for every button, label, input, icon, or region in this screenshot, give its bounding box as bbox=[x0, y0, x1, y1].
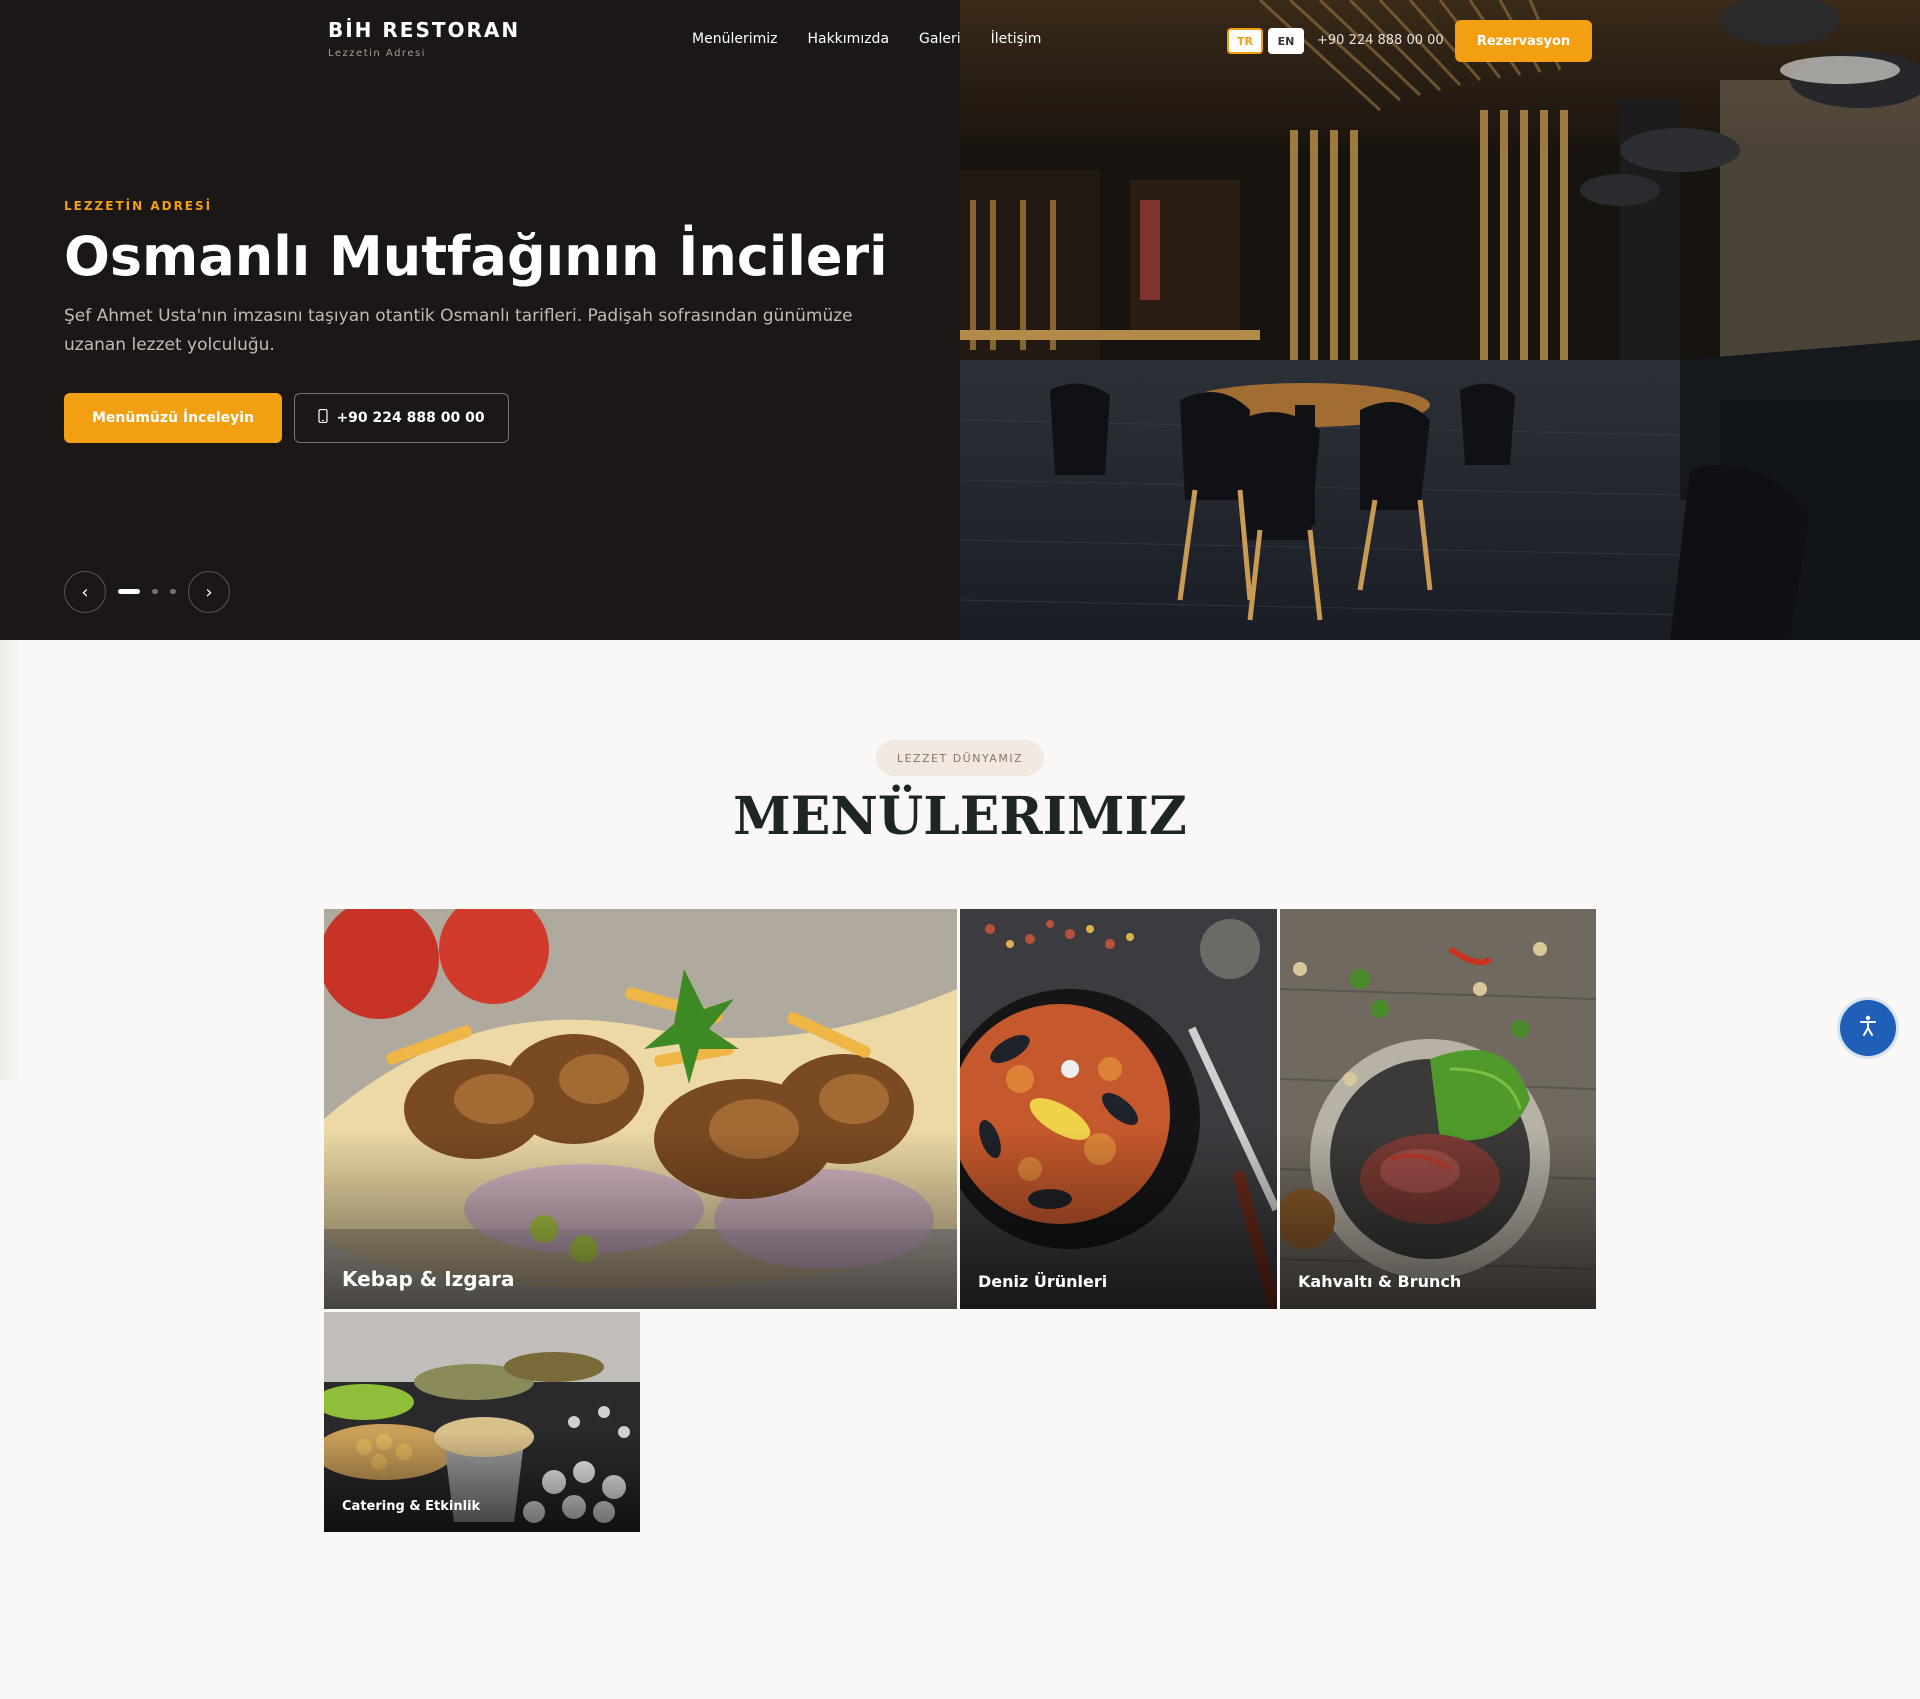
hero-description: Şef Ahmet Usta'nın imzasını taşıyan otan… bbox=[64, 306, 853, 355]
side-decoration bbox=[0, 640, 20, 1080]
slider-dot-2[interactable] bbox=[152, 589, 158, 594]
slider-dot-3[interactable] bbox=[170, 589, 176, 594]
slider-dot-1[interactable] bbox=[118, 589, 140, 594]
menu-card-label: Catering & Etkinlik bbox=[342, 1499, 481, 1514]
menu-card-seafood[interactable]: Deniz Ürünleri bbox=[960, 909, 1277, 1309]
menu-card-kebap[interactable]: Kebap & Izgara bbox=[324, 909, 957, 1309]
slider-prev-button[interactable]: ‹ bbox=[64, 571, 106, 613]
menu-card-breakfast[interactable]: Kahvaltı & Brunch bbox=[1280, 909, 1596, 1309]
brand-tagline: Lezzetin Adresi bbox=[328, 48, 426, 59]
brand-name: BİH RESTORAN bbox=[328, 18, 521, 42]
nav-link-contact[interactable]: İletişim bbox=[991, 31, 1042, 47]
menu-card-label: Kebap & Izgara bbox=[342, 1267, 515, 1291]
menu-card-catering[interactable]: Catering & Etkinlik bbox=[324, 1312, 640, 1532]
view-menu-button[interactable]: Menümüzü İnceleyin bbox=[64, 393, 282, 443]
nav-link-menus[interactable]: Menülerimiz bbox=[692, 31, 777, 47]
lang-tr-button[interactable]: TR bbox=[1227, 28, 1263, 54]
hero-restaurant-image bbox=[960, 0, 1920, 640]
slider-next-button[interactable]: › bbox=[188, 571, 230, 613]
lang-en-button[interactable]: EN bbox=[1268, 28, 1304, 54]
call-button-label: +90 224 888 00 00 bbox=[336, 410, 485, 426]
hero-eyebrow: LEZZETİN ADRESİ bbox=[64, 199, 213, 213]
nav-link-about[interactable]: Hakkımızda bbox=[807, 31, 889, 47]
card-overlay bbox=[324, 1433, 640, 1532]
accessibility-button[interactable] bbox=[1840, 1000, 1896, 1056]
call-button[interactable]: +90 224 888 00 00 bbox=[294, 393, 509, 443]
menu-card-label: Deniz Ürünleri bbox=[978, 1272, 1108, 1291]
hero-section: BİH RESTORAN Lezzetin Adresi Menülerimiz… bbox=[0, 0, 1920, 640]
hero-title: Osmanlı Mutfağının İncileri bbox=[64, 225, 888, 288]
menu-card-label: Kahvaltı & Brunch bbox=[1298, 1272, 1462, 1291]
reservation-button[interactable]: Rezervasyon bbox=[1455, 20, 1592, 62]
nav-link-gallery[interactable]: Galeri bbox=[919, 31, 961, 47]
section-badge: LEZZET DÜNYAMIZ bbox=[876, 740, 1044, 776]
main-nav: Menülerimiz Hakkımızda Galeri İletişim bbox=[692, 31, 1041, 47]
accessibility-icon bbox=[1856, 1014, 1880, 1042]
header-phone-link[interactable]: +90 224 888 00 00 bbox=[1317, 33, 1444, 48]
section-title: MENÜLERIMIZ bbox=[733, 786, 1187, 847]
phone-icon bbox=[318, 408, 329, 427]
brand-logo[interactable]: BİH RESTORAN Lezzetin Adresi bbox=[328, 18, 520, 59]
